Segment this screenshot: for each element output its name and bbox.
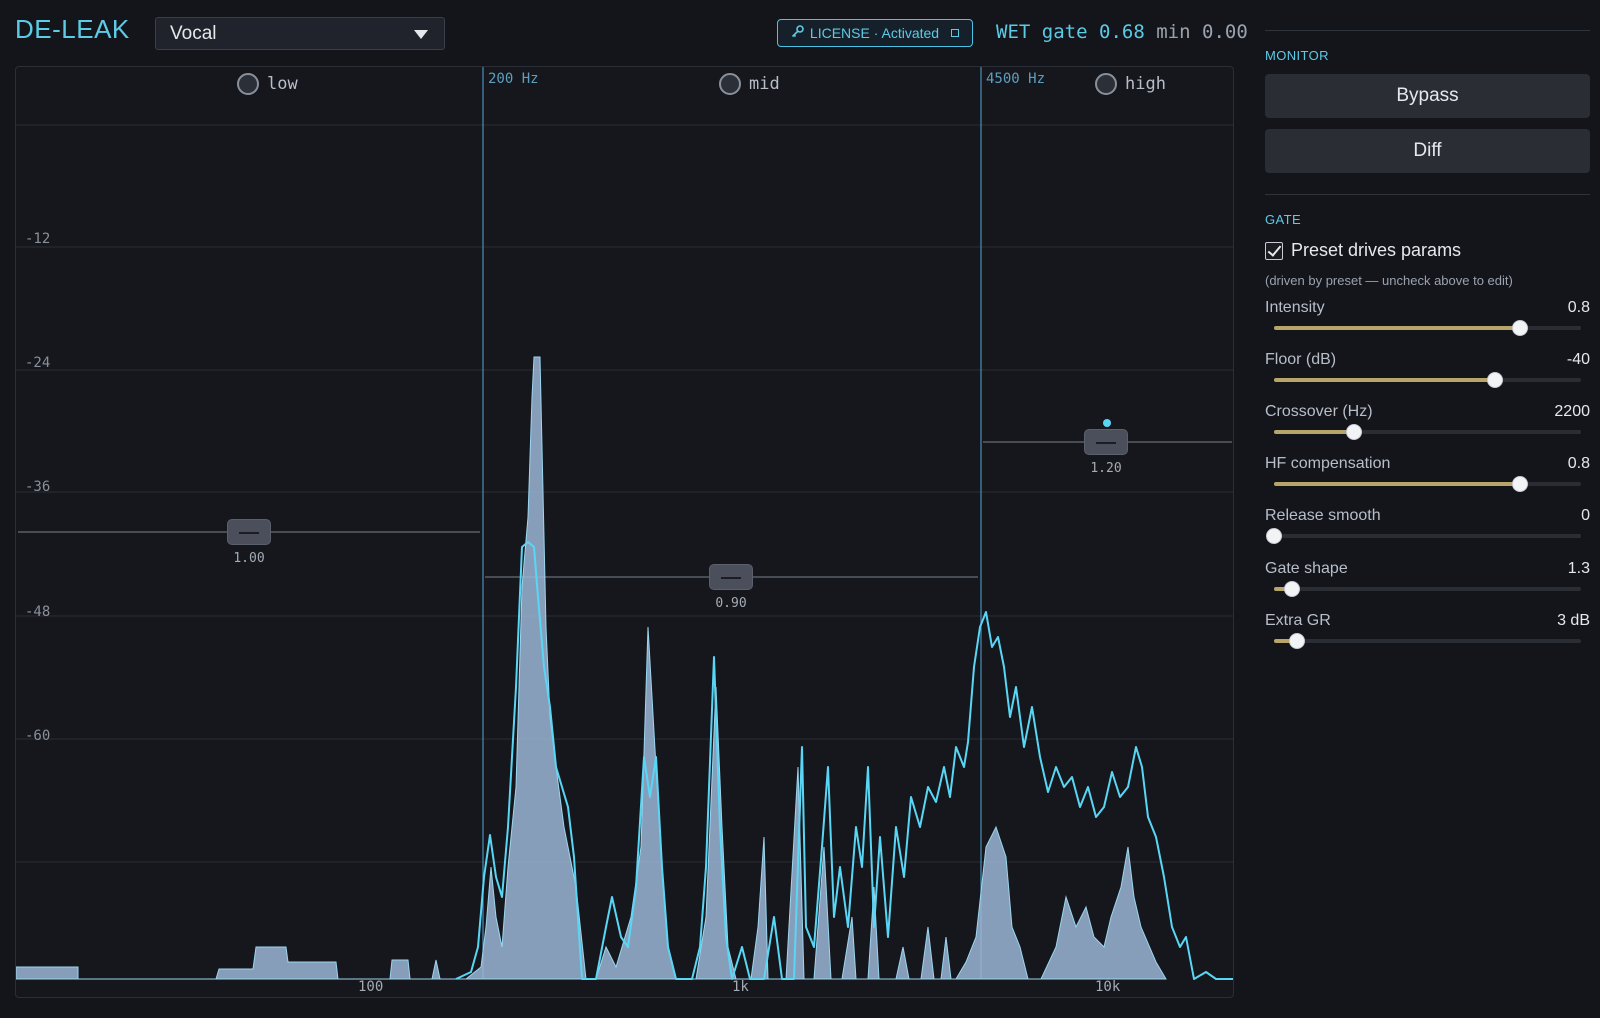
preset-value: Vocal bbox=[170, 22, 217, 44]
band-mid-gain-value: 0.90 bbox=[715, 596, 747, 611]
bypass-button[interactable]: Bypass bbox=[1265, 74, 1590, 118]
monitor-section-title: MONITOR bbox=[1265, 48, 1329, 63]
param-label: Gate shape bbox=[1265, 560, 1348, 577]
chevron-down-icon bbox=[414, 30, 428, 39]
control-panel: MONITOR Bypass Diff GATE Preset drives p… bbox=[1265, 0, 1590, 1018]
param-label: Extra GR bbox=[1265, 612, 1331, 629]
db-tick-label: -24 bbox=[25, 355, 51, 371]
gate-hint-text: (driven by preset — uncheck above to edi… bbox=[1265, 273, 1513, 288]
preset-drives-label: Preset drives params bbox=[1291, 240, 1462, 260]
gate-value: 0.68 bbox=[1099, 21, 1145, 43]
band-low-gain-handle[interactable] bbox=[227, 519, 271, 545]
freq-tick-label: 100 bbox=[358, 979, 384, 995]
param-slider[interactable] bbox=[1274, 633, 1581, 649]
gate-param-5: Gate shape 1.3 bbox=[1265, 560, 1590, 604]
license-button[interactable]: LICENSE · Activated bbox=[777, 19, 973, 47]
param-slider[interactable] bbox=[1274, 581, 1581, 597]
param-slider-fill bbox=[1274, 326, 1520, 330]
param-label: Intensity bbox=[1265, 299, 1325, 316]
param-slider-thumb[interactable] bbox=[1289, 633, 1306, 649]
db-tick-label: -60 bbox=[25, 728, 51, 744]
spectrum-analyzer[interactable]: low mid high 200 Hz 4500 Hz -12 -24 -36 … bbox=[15, 66, 1234, 998]
wet-label: WET bbox=[996, 21, 1031, 43]
external-link-icon bbox=[951, 29, 960, 37]
gate-param-2: Crossover (Hz) 2200 bbox=[1265, 403, 1590, 447]
gate-param-1: Floor (dB) -40 bbox=[1265, 351, 1590, 395]
band-low-solo-icon bbox=[237, 73, 259, 95]
band-mid-gain-handle[interactable] bbox=[709, 564, 753, 590]
param-value: 2200 bbox=[1554, 403, 1590, 420]
band-mid-toggle[interactable]: mid bbox=[719, 73, 780, 95]
param-value: -40 bbox=[1566, 351, 1590, 368]
param-value: 0.8 bbox=[1567, 299, 1590, 316]
band-low-toggle[interactable]: low bbox=[237, 73, 298, 95]
db-tick-label: -36 bbox=[25, 479, 51, 495]
db-tick-label: -48 bbox=[25, 604, 51, 620]
gate-param-6: Extra GR 3 dB bbox=[1265, 612, 1590, 656]
gate-param-3: HF compensation 0.8 bbox=[1265, 455, 1590, 499]
param-slider-thumb[interactable] bbox=[1487, 372, 1504, 388]
param-value: 0.8 bbox=[1567, 455, 1590, 472]
wet-readout: WET gate 0.68 min 0.00 bbox=[996, 21, 1248, 43]
param-slider-thumb[interactable] bbox=[1284, 581, 1301, 597]
preset-dropdown[interactable]: Vocal bbox=[155, 17, 445, 50]
param-value: 1.3 bbox=[1567, 560, 1590, 577]
diff-button[interactable]: Diff bbox=[1265, 129, 1590, 173]
preset-drives-checkbox-row[interactable]: Preset drives params bbox=[1265, 240, 1461, 261]
band-low-label: low bbox=[267, 74, 298, 94]
param-slider-thumb[interactable] bbox=[1345, 424, 1362, 440]
param-label: Crossover (Hz) bbox=[1265, 403, 1373, 420]
key-icon bbox=[791, 25, 804, 41]
gate-label: gate bbox=[1041, 21, 1088, 43]
divider bbox=[1265, 30, 1590, 31]
preset-drives-checkbox[interactable] bbox=[1265, 241, 1283, 260]
min-value: 0.00 bbox=[1202, 21, 1248, 43]
license-label: LICENSE · Activated bbox=[809, 25, 940, 41]
param-slider-fill bbox=[1274, 378, 1496, 382]
band-mid-solo-icon bbox=[719, 73, 741, 95]
param-slider-fill bbox=[1274, 482, 1520, 486]
param-slider-thumb[interactable] bbox=[1266, 528, 1282, 544]
param-label: Release smooth bbox=[1265, 507, 1381, 524]
divider bbox=[1265, 194, 1590, 195]
spectrum-input-fill bbox=[16, 356, 1167, 980]
param-slider[interactable] bbox=[1274, 476, 1581, 492]
param-value: 0 bbox=[1581, 507, 1590, 524]
param-slider-fill bbox=[1274, 430, 1354, 434]
band-high-toggle[interactable]: high bbox=[1095, 73, 1166, 95]
band-high-solo-icon bbox=[1095, 73, 1117, 95]
param-slider-thumb[interactable] bbox=[1511, 320, 1528, 336]
db-tick-label: -12 bbox=[25, 231, 51, 247]
param-value: 3 dB bbox=[1557, 612, 1590, 629]
band-high-gain-handle[interactable] bbox=[1084, 429, 1128, 455]
param-slider-thumb[interactable] bbox=[1511, 476, 1528, 492]
param-label: HF compensation bbox=[1265, 455, 1391, 472]
band-high-gain-value: 1.20 bbox=[1090, 461, 1122, 476]
param-label: Floor (dB) bbox=[1265, 351, 1337, 368]
crossover-high-label: 4500 Hz bbox=[986, 71, 1046, 87]
crossover-low-label: 200 Hz bbox=[488, 71, 539, 87]
freq-tick-label: 10k bbox=[1095, 979, 1121, 995]
gate-section-title: GATE bbox=[1265, 212, 1302, 227]
app-title: DE-LEAK bbox=[15, 14, 130, 44]
band-low-gain-value: 1.00 bbox=[233, 551, 265, 566]
gate-param-0: Intensity 0.8 bbox=[1265, 299, 1590, 343]
param-slider[interactable] bbox=[1274, 320, 1581, 336]
spectrum-plot bbox=[16, 67, 1233, 980]
band-mid-label: mid bbox=[749, 74, 780, 94]
band-high-indicator-dot bbox=[1103, 419, 1111, 427]
band-high-label: high bbox=[1125, 74, 1166, 94]
param-slider[interactable] bbox=[1266, 528, 1581, 544]
freq-tick-label: 1k bbox=[732, 979, 749, 995]
param-slider[interactable] bbox=[1274, 424, 1581, 440]
param-slider[interactable] bbox=[1274, 372, 1581, 388]
gate-param-4: Release smooth 0 bbox=[1265, 507, 1590, 551]
min-label: min bbox=[1156, 21, 1191, 43]
